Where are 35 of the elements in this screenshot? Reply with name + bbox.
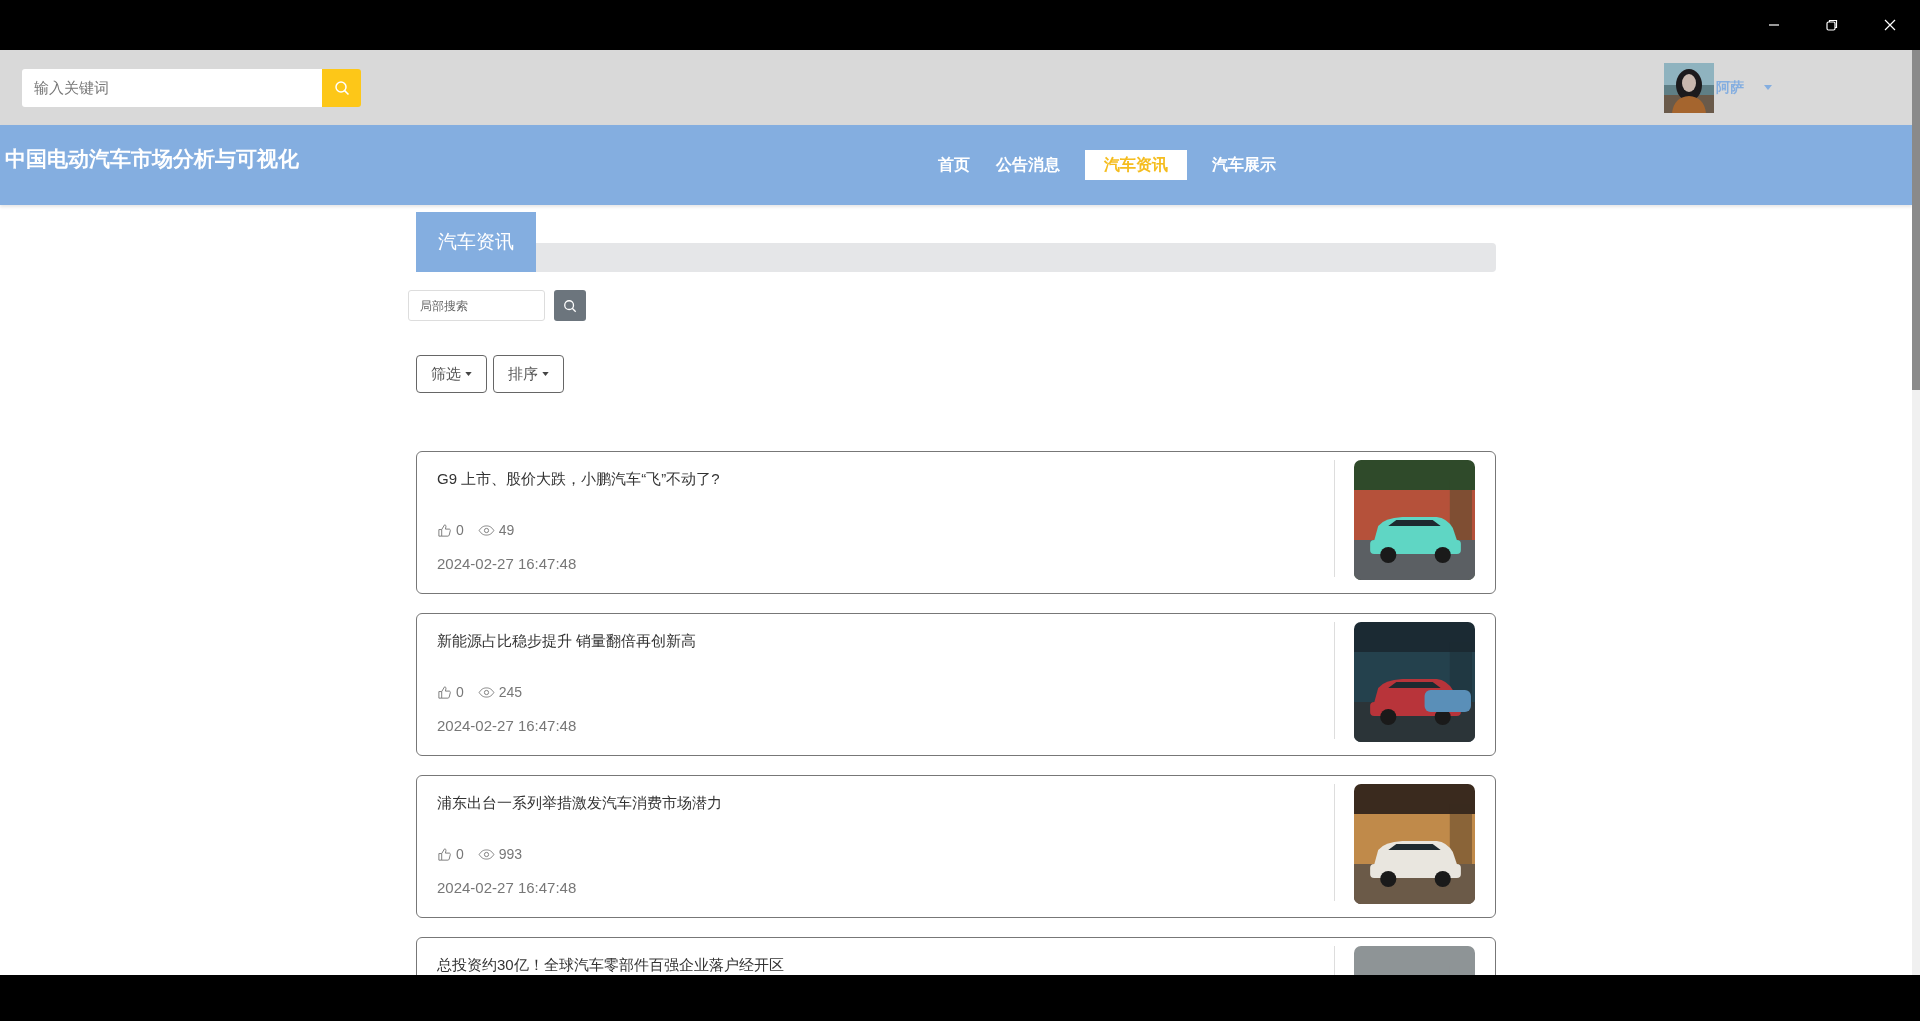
- article-title[interactable]: 浦东出台一系列举措激发汽车消费市场潜力: [437, 793, 1334, 813]
- eye-icon: [477, 524, 495, 536]
- dropdown-button[interactable]: 筛选: [416, 355, 487, 393]
- restore-icon[interactable]: [1826, 19, 1838, 31]
- thumbs-up-icon[interactable]: [437, 684, 452, 700]
- site-title: 中国电动汽车市场分析与可视化: [4, 146, 299, 172]
- caret-icon[interactable]: [465, 372, 472, 376]
- like-count: 0: [456, 522, 464, 538]
- view-count: 245: [498, 684, 523, 700]
- eye-icon: [477, 686, 495, 698]
- search-icon[interactable]: [563, 298, 577, 313]
- view-count: 993: [498, 846, 523, 862]
- view-count: 49: [498, 522, 515, 538]
- article-card[interactable]: 浦东出台一系列举措激发汽车消费市场潜力 0 993 2024-02-27 16:47:48: [416, 775, 1496, 918]
- article-date: 2024-02-27 16:47:48: [437, 555, 578, 572]
- scrollbar[interactable]: [1912, 50, 1920, 975]
- article-title[interactable]: 新能源占比稳步提升 销量翻倍再创新高: [437, 631, 1334, 651]
- search-field[interactable]: 输入关键词: [22, 68, 322, 107]
- eye-icon: [477, 848, 495, 860]
- like-count: 0: [456, 846, 464, 862]
- close-icon[interactable]: [1884, 19, 1896, 31]
- local-search-field[interactable]: 局部搜索: [408, 290, 545, 321]
- article-card[interactable]: 新能源占比稳步提升 销量翻倍再创新高 0 245 2024-02-27 16:47:48: [416, 613, 1496, 756]
- article-date: 2024-02-27 16:47:48: [437, 717, 578, 734]
- like-count: 0: [456, 684, 464, 700]
- search-button[interactable]: [554, 290, 586, 321]
- thumbs-up-icon[interactable]: [437, 846, 452, 862]
- article-date: 2024-02-27 16:47:48: [437, 879, 578, 896]
- dropdown-button[interactable]: 排序: [493, 355, 564, 393]
- article-title[interactable]: 总投资约30亿！全球汽车零部件百强企业落户经开区: [437, 955, 1334, 975]
- caret-icon[interactable]: [542, 372, 549, 376]
- article-title[interactable]: G9 上市、股价大跌，小鹏汽车“飞”不动了?: [437, 469, 1334, 489]
- thumbs-up-icon[interactable]: [437, 522, 452, 538]
- section-title: 汽车资讯: [416, 212, 536, 272]
- article-card[interactable]: G9 上市、股价大跌，小鹏汽车“飞”不动了? 0 49 2024-02-27 16:47:48: [416, 451, 1496, 594]
